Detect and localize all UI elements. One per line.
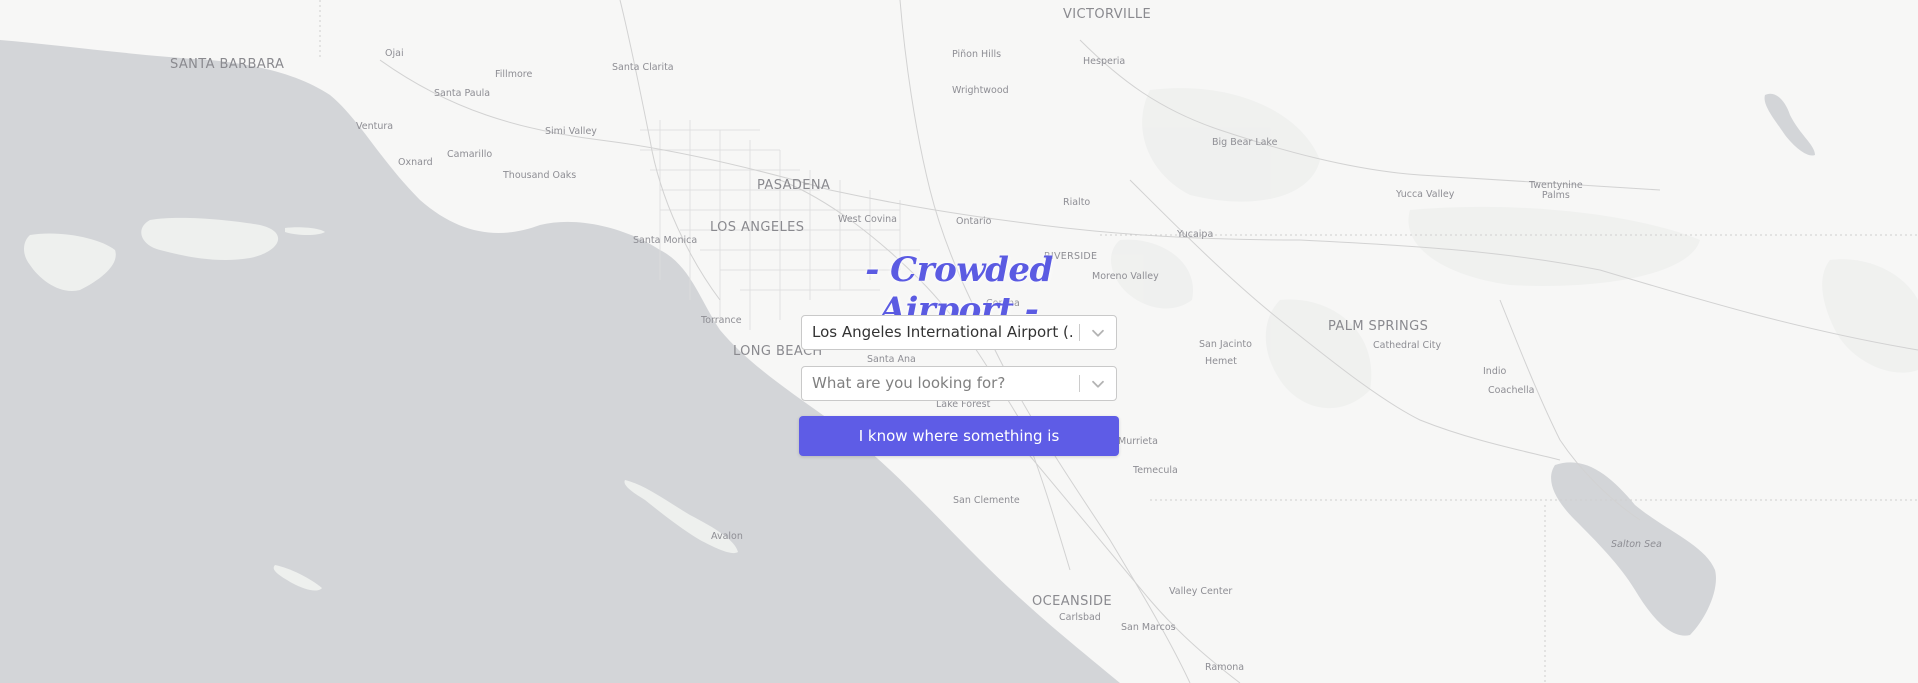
map-label-torrance: Torrance xyxy=(701,315,742,326)
search-select[interactable]: What are you looking for? xyxy=(801,366,1117,401)
map-label-lake-forest: Lake Forest xyxy=(936,399,991,410)
map-label-avalon: Avalon xyxy=(711,531,743,542)
map-label-salton-sea: Salton Sea xyxy=(1611,539,1662,550)
map-label-temecula: Temecula xyxy=(1133,465,1178,476)
map-label-simi-valley: Simi Valley xyxy=(545,126,597,137)
airport-select-value: Los Angeles International Airport (... xyxy=(812,323,1074,341)
map-label-pinon-hills: Piñon Hills xyxy=(952,49,1002,60)
select-separator xyxy=(1079,324,1080,341)
map-label-santa-monica: Santa Monica xyxy=(633,235,698,246)
map-label-san-marcos: San Marcos xyxy=(1121,622,1176,633)
map-label-fillmore: Fillmore xyxy=(495,69,533,80)
map-label-santa-paula: Santa Paula xyxy=(434,88,491,99)
report-item-button[interactable]: I know where something is xyxy=(799,416,1119,456)
lake-top-right xyxy=(1764,93,1815,156)
chevron-down-icon[interactable] xyxy=(1089,324,1107,342)
map-label-san-jacinto: San Jacinto xyxy=(1199,339,1252,350)
map-label-ramona: Ramona xyxy=(1205,662,1245,673)
select-separator xyxy=(1079,375,1080,392)
map-label-santa-clarita: Santa Clarita xyxy=(612,62,674,73)
map-label-ventura: Ventura xyxy=(356,121,394,132)
map-label-victorville: VICTORVILLE xyxy=(1063,7,1152,22)
map-label-pasadena: PASADENA xyxy=(757,178,831,193)
map-label-santa-barbara: SANTA BARBARA xyxy=(170,57,285,72)
map-label-palm-springs: PALM SPRINGS xyxy=(1328,319,1429,334)
map-label-oceanside: OCEANSIDE xyxy=(1032,594,1113,609)
map-label-rialto: Rialto xyxy=(1063,197,1091,208)
map-label-hemet: Hemet xyxy=(1205,356,1237,367)
map-label-santa-ana: Santa Ana xyxy=(867,354,916,365)
map-label-yucca-valley: Yucca Valley xyxy=(1396,189,1455,200)
map-label-oxnard: Oxnard xyxy=(398,157,433,168)
map-label-coachella: Coachella xyxy=(1488,385,1535,396)
map-label-hesperia: Hesperia xyxy=(1083,56,1126,67)
map-label-ontario: Ontario xyxy=(956,216,992,227)
map-label-west-covina: West Covina xyxy=(838,214,897,225)
map-label-camarillo: Camarillo xyxy=(447,149,493,160)
search-select-placeholder: What are you looking for? xyxy=(812,374,1006,392)
map-label-carlsbad: Carlsbad xyxy=(1059,612,1101,623)
chevron-down-icon[interactable] xyxy=(1089,375,1107,393)
map-label-ojai: Ojai xyxy=(385,48,404,59)
airport-select[interactable]: Los Angeles International Airport (... xyxy=(801,315,1117,350)
map-label-cathedral-city: Cathedral City xyxy=(1373,340,1442,351)
map-label-los-angeles: LOS ANGELES xyxy=(710,220,805,235)
map-label-indio: Indio xyxy=(1483,366,1507,377)
map-label-thousand-oaks: Thousand Oaks xyxy=(503,170,577,181)
map-label-twentynine-palms: Twentynine Palms xyxy=(1529,180,1583,201)
map-label-wrightwood: Wrightwood xyxy=(952,85,1009,96)
map-label-big-bear-lake: Big Bear Lake xyxy=(1212,137,1278,148)
map-label-murrieta: Murrieta xyxy=(1118,436,1158,447)
map-label-valley-center: Valley Center xyxy=(1169,586,1233,597)
map-label-yucaipa: Yucaipa xyxy=(1177,229,1214,240)
map-label-san-clemente: San Clemente xyxy=(953,495,1020,506)
